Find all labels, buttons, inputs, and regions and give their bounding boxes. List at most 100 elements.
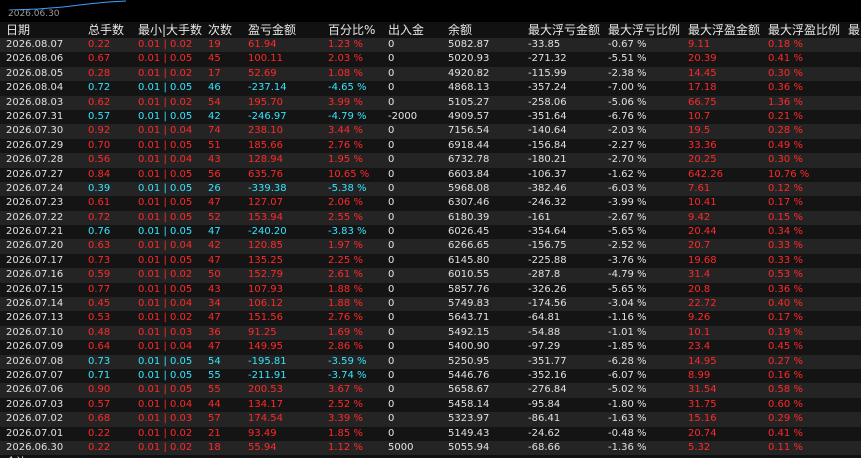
table-row[interactable]: 2026.07.14 0.45 0.01 | 0.04 34 106.12 1.88 % 0… [0,297,861,312]
header-cell[interactable]: 日期 [6,22,80,38]
header-cell[interactable]: 最小|大手数 [138,22,204,38]
table-cell: 1.85 % [328,427,363,439]
table-cell: 0.40 % [768,298,803,310]
table-row[interactable]: 2026.07.29 0.70 0.01 | 0.05 51 185.66 2.76 % 0… [0,138,861,154]
table-cell: 20.39 [688,53,717,65]
table-cell: -2.03 % [608,125,647,137]
table-cell: -5.02 % [608,384,647,396]
table-cell: 0.18 % [768,39,803,50]
table-cell: 0.45 % [768,341,803,353]
table-cell: 54 [208,355,221,367]
table-cell: 200.53 [248,384,283,396]
table-row[interactable]: 2026.07.27 0.84 0.01 | 0.05 56 635.76 10.65 %… [0,167,861,182]
table-cell: 4920.82 [448,67,490,79]
table-cell: 10.41 [688,197,717,209]
table-cell: 0.30 % [768,154,803,166]
table-cell: -3.76 % [608,254,647,266]
table-row[interactable]: 2026.06.30 0.22 0.01 | 0.02 18 55.94 1.12 % 50… [0,440,861,456]
table-cell: -339.38 [248,182,287,194]
table-cell: 51 [208,139,221,151]
table-row[interactable]: 2026.07.22 0.72 0.01 | 0.05 52 153.94 2.55 % 0… [0,210,861,226]
table-row[interactable]: 2026.08.04 0.72 0.01 | 0.05 46 -237.14 -4.65 … [0,81,861,96]
table-row[interactable]: 2026.07.09 0.64 0.01 | 0.04 47 149.95 2.86 % 0… [0,340,861,355]
table-cell: 5492.15 [448,326,490,338]
table-cell: 0.57 [88,398,111,410]
header-cell[interactable]: 最大浮亏金额 [528,22,602,38]
table-row[interactable]: 2026.07.08 0.73 0.01 | 0.05 54 -195.81 -3.59 … [0,354,861,369]
table-row[interactable]: 2026.07.30 0.92 0.01 | 0.04 74 238.10 3.44 % 0… [0,124,861,139]
table-cell: 0.90 [88,384,111,396]
header-cell[interactable]: 次数 [208,22,246,38]
table-cell: 2026.07.07 [6,369,64,381]
table-cell: 34 [208,298,221,310]
table-cell: 100.11 [248,53,283,65]
table-row[interactable]: 2026.07.31 0.57 0.01 | 0.05 42 -246.97 -4.79 … [0,109,861,125]
table-row[interactable]: 2026.07.21 0.76 0.01 | 0.05 47 -240.20 -3.83 … [0,225,861,240]
table-cell: 2026.07.06 [6,384,64,396]
table-cell: -1.36 % [608,441,647,453]
header-cell[interactable]: 最大浮盈比例 [768,22,846,38]
table-cell: 6026.45 [448,226,490,238]
header-cell[interactable]: 最大浮亏比例 [608,22,684,38]
table-cell: 0.16 % [768,369,803,381]
header-cell[interactable]: 最 [848,22,861,38]
table-cell: 5643.71 [448,312,490,324]
table-row[interactable]: 2026.07.06 0.90 0.01 | 0.05 55 200.53 3.67 % 0… [0,383,861,398]
table-cell: 4909.57 [448,110,490,122]
table-cell: 0.01 | 0.05 [138,197,193,209]
table-cell: 45 [208,53,221,65]
table-cell: 5323.97 [448,413,490,425]
header-cell[interactable]: 百分比% [328,22,384,38]
table-row[interactable]: 2026.07.01 0.22 0.01 | 0.02 21 93.49 1.85 % 0 5… [0,426,861,441]
table-cell: 0.60 % [768,398,803,410]
header-cell[interactable]: 最大浮盈金额 [688,22,764,38]
table-cell: -7.00 % [608,82,647,94]
table-row[interactable]: 2026.07.13 0.53 0.01 | 0.02 47 151.56 2.76 % 0… [0,311,861,326]
table-cell: 47 [208,312,221,324]
table-row[interactable]: 2026.08.07 0.22 0.01 | 0.02 19 61.94 1.23 % 0 5… [0,38,861,53]
table-row[interactable]: 2026.08.06 0.67 0.01 | 0.05 45 100.11 2.03 % 0… [0,52,861,67]
table-cell: 6010.55 [448,269,490,281]
header-cell[interactable]: 总手数 [88,22,136,38]
table-cell: 2026.08.07 [6,39,64,50]
table-cell: 0.39 [88,182,111,194]
table-row[interactable]: 2026.08.03 0.62 0.01 | 0.02 54 195.70 3.99 % 0… [0,95,861,110]
table-row[interactable]: 2026.07.03 0.57 0.01 | 0.04 44 134.17 2.52 % 0… [0,397,861,413]
table-cell: 2.06 % [328,197,363,209]
table-cell: 1.08 % [328,67,363,79]
table-row[interactable]: 2026.07.16 0.59 0.01 | 0.02 50 152.79 2.61 % 0… [0,268,861,283]
table-cell: 0.33 % [768,254,803,266]
header-cell[interactable]: 余额 [448,22,524,38]
table-cell: -3.04 % [608,298,647,310]
table-cell: 1.88 % [328,283,363,295]
table-cell: 10.1 [688,326,711,338]
table-cell: -54.88 [528,326,561,338]
table-cell: 0 [388,269,395,281]
table-cell: -2.67 % [608,211,647,223]
table-cell: 0.57 [88,110,111,122]
table-cell: 0.01 | 0.02 [138,427,193,439]
header-cell[interactable]: 盈亏金额 [248,22,322,38]
table-row[interactable]: 2026.07.10 0.48 0.01 | 0.03 36 91.25 1.69 % 0 5… [0,325,861,341]
table-cell: 0 [388,312,395,324]
table-row[interactable]: 2026.08.05 0.28 0.01 | 0.02 17 52.69 1.08 % 0 4… [0,66,861,82]
table-cell: 2.03 % [328,53,363,65]
table-cell: 0 [388,355,395,367]
header-cell[interactable]: 出入金 [388,22,442,38]
table-cell: 0.01 | 0.05 [138,82,193,94]
table-cell: 2.76 % [328,139,363,151]
table-row[interactable]: 2026.07.17 0.73 0.01 | 0.05 47 135.25 2.25 % 0… [0,253,861,269]
table-row[interactable]: 2026.07.07 0.71 0.01 | 0.05 55 -211.91 -3.74 … [0,368,861,384]
table-row[interactable]: 2026.07.24 0.39 0.01 | 0.05 26 -339.38 -5.38 … [0,181,861,197]
stats-table[interactable]: 日期 总手数 最小|大手数 次数 盈亏金额 百分比% 出入金 余额 最大浮亏金额 最大浮亏比例 最大… [0,22,861,458]
table-cell: 0.01 | 0.02 [138,312,193,324]
table-cell: 3.67 % [328,384,363,396]
table-cell: 6145.80 [448,254,490,266]
table-row[interactable]: 2026.07.02 0.68 0.01 | 0.03 57 174.54 3.39 % 0… [0,412,861,427]
table-row[interactable]: 2026.07.28 0.56 0.01 | 0.04 43 128.94 1.95 % 0… [0,153,861,168]
table-row[interactable]: 2026.07.15 0.77 0.01 | 0.05 43 107.93 1.88 % 0… [0,282,861,298]
table-cell: 10.76 % [768,168,810,180]
table-cell: -24.62 [528,427,561,439]
table-row[interactable]: 2026.07.20 0.63 0.01 | 0.04 42 120.85 1.97 % 0… [0,239,861,254]
table-row[interactable]: 2026.07.23 0.61 0.01 | 0.05 47 127.07 2.06 % 0… [0,196,861,211]
